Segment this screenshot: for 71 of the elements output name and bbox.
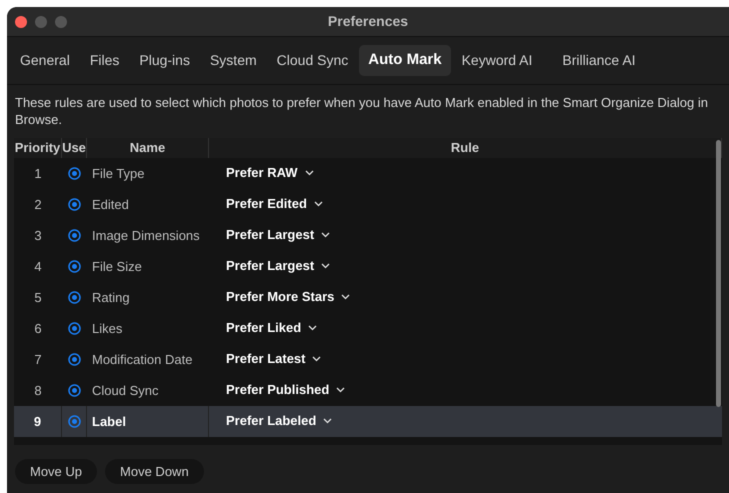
rule-dropdown[interactable]: Prefer Liked: [226, 318, 318, 338]
radio-button[interactable]: [68, 291, 81, 304]
chevron-down-icon: [304, 170, 314, 176]
tab[interactable]: Brilliance AI: [553, 46, 645, 75]
column-header[interactable]: Use: [62, 138, 87, 158]
name-text: Label: [92, 412, 126, 431]
rule-dropdown[interactable]: Prefer Latest: [226, 349, 322, 368]
column-header[interactable]: Priority: [14, 138, 62, 158]
radio-button[interactable]: [68, 322, 81, 335]
chevron-down-icon: [308, 324, 318, 331]
name-text: Likes: [92, 320, 122, 338]
tab[interactable]: Files: [80, 46, 128, 75]
tab[interactable]: System: [200, 46, 266, 75]
chevron-down-icon: [341, 294, 350, 300]
name-text: File Type: [92, 164, 145, 183]
name-text: File Size: [92, 258, 142, 276]
table-row[interactable]: 6 Likes Prefer Liked: [14, 313, 722, 344]
rule-dropdown[interactable]: Prefer Largest: [226, 225, 330, 244]
table-row[interactable]: 3 Image Dimensions Prefer Largest: [14, 220, 722, 251]
chevron-down-icon: [314, 200, 323, 207]
radio-button[interactable]: [68, 415, 80, 428]
tab[interactable]: Keyword AI: [452, 46, 542, 75]
radio-button[interactable]: [68, 353, 81, 366]
radio-button[interactable]: [68, 198, 81, 211]
table-row[interactable]: 5 Rating Prefer More Stars: [14, 282, 722, 313]
priority-number: 9: [34, 412, 42, 431]
table-row[interactable]: 7 Modification Date Prefer Latest: [14, 344, 722, 375]
priority-number: 3: [34, 226, 42, 245]
radio-button[interactable]: [68, 260, 81, 273]
tab[interactable]: General: [11, 46, 79, 75]
rule-dropdown[interactable]: Prefer More Stars: [226, 287, 350, 306]
rule-dropdown[interactable]: Prefer Labeled: [226, 411, 332, 430]
priority-number: 4: [34, 258, 42, 276]
priority-number: 7: [34, 350, 42, 369]
priority-number: 2: [34, 196, 42, 214]
name-text: Cloud Sync: [92, 382, 158, 400]
priority-number: 5: [34, 288, 42, 307]
column-header[interactable]: Name: [87, 138, 209, 158]
rule-dropdown[interactable]: Prefer Largest: [226, 256, 330, 276]
tab[interactable]: Auto Mark: [359, 45, 451, 76]
tab[interactable]: Cloud Sync: [268, 46, 358, 75]
close-button[interactable]: [15, 16, 27, 28]
table-row[interactable]: 2 Edited Prefer Edited: [14, 189, 722, 220]
priority-number: 8: [34, 382, 42, 400]
chevron-down-icon: [323, 418, 332, 424]
priority-number: 6: [34, 320, 42, 338]
chevron-down-icon: [321, 232, 330, 238]
chevron-down-icon: [321, 262, 330, 269]
rule-dropdown[interactable]: Prefer RAW: [226, 163, 314, 182]
scrollbar[interactable]: [716, 140, 721, 407]
description-text: These rules are used to select which photos to prefer when you have Auto Mark enabled in the Smart Organize Dialog in Browse.: [14, 94, 709, 129]
chevron-down-icon: [312, 356, 322, 362]
window-title: Preferences: [328, 12, 408, 31]
table-row[interactable]: 8 Cloud Sync Prefer Published: [14, 375, 722, 406]
tab[interactable]: Plug-ins: [130, 46, 199, 75]
rule-dropdown[interactable]: Prefer Edited: [226, 194, 323, 214]
rule-dropdown[interactable]: Prefer Published: [226, 380, 346, 400]
radio-button[interactable]: [68, 229, 81, 242]
radio-button[interactable]: [68, 167, 81, 180]
table-row[interactable]: 4 File Size Prefer Largest: [14, 251, 722, 282]
chevron-down-icon: [336, 386, 346, 393]
name-text: Modification Date: [92, 350, 192, 369]
priority-number: 1: [34, 164, 42, 183]
name-text: Image Dimensions: [92, 226, 200, 245]
name-text: Edited: [92, 196, 129, 214]
move-button[interactable]: Move Down: [105, 459, 204, 484]
table-row[interactable]: 1 File Type Prefer RAW: [14, 158, 722, 189]
radio-button[interactable]: [68, 384, 81, 397]
name-text: Rating: [92, 288, 130, 307]
table-row[interactable]: 9 Label Prefer Labeled: [14, 406, 722, 437]
move-button[interactable]: Move Up: [15, 459, 98, 484]
